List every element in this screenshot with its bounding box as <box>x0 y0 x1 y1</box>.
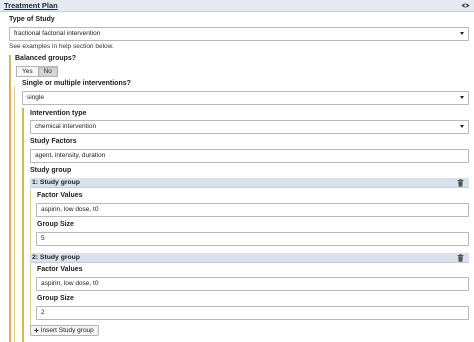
intervention-type-label: Intervention type <box>30 110 87 117</box>
study-group-2-title: 2: Study group <box>32 254 80 261</box>
nest-bar-level3 <box>22 108 24 342</box>
balanced-yes-button[interactable]: Yes <box>16 66 39 77</box>
type-of-study-label: Type of Study <box>9 16 55 23</box>
interventions-label: Single or multiple interventions? <box>22 80 131 87</box>
factor-values-label: Factor Values <box>37 266 83 273</box>
group-size-value: 5 <box>41 235 45 242</box>
type-of-study-select[interactable]: fractional factorial intervention <box>9 27 469 41</box>
section-header[interactable]: Treatment Plan <box>0 0 474 12</box>
trash-icon[interactable] <box>457 179 464 187</box>
insert-study-group-label: Insert Study group <box>40 327 94 334</box>
intervention-type-select[interactable]: chemical intervention <box>30 120 469 134</box>
insert-study-group-button[interactable]: + Insert Study group <box>30 325 99 336</box>
eye-icon[interactable] <box>461 2 470 9</box>
trash-icon[interactable] <box>457 254 464 262</box>
intervention-type-value: chemical intervention <box>35 123 97 130</box>
chevron-down-icon <box>460 96 464 99</box>
group-size-input-1[interactable]: 5 <box>36 232 469 246</box>
study-group-1-header[interactable]: 1: Study group <box>30 178 469 188</box>
plus-icon: + <box>34 325 39 335</box>
balanced-no-button[interactable]: No <box>38 66 58 77</box>
study-factors-input[interactable]: agent, intensity, duration <box>30 149 469 163</box>
chevron-down-icon <box>460 32 464 35</box>
study-factors-label: Study Factors <box>30 138 77 145</box>
type-of-study-value: fractional factorial intervention <box>14 30 101 37</box>
section-title[interactable]: Treatment Plan <box>4 1 58 10</box>
interventions-value: single <box>27 94 44 101</box>
factor-values-input-2[interactable]: aspirin, low dose, t0 <box>36 277 469 291</box>
nest-bar-level1 <box>9 55 11 342</box>
factor-values-input-1[interactable]: aspirin, low dose, t0 <box>36 203 469 217</box>
group-size-label: Group Size <box>37 221 74 228</box>
study-group-1-title: 1: Study group <box>32 179 80 186</box>
group-size-label: Group Size <box>37 295 74 302</box>
interventions-select[interactable]: single <box>22 91 469 105</box>
chevron-down-icon <box>460 125 464 128</box>
type-of-study-help: See examples in help section below. <box>9 43 114 50</box>
group-size-value: 2 <box>41 309 45 316</box>
factor-values-value: aspirin, low dose, t0 <box>41 280 99 287</box>
balanced-groups-toggle[interactable]: Yes No <box>16 66 58 77</box>
group-size-input-2[interactable]: 2 <box>36 306 469 320</box>
study-group-label: Study group <box>30 167 72 174</box>
balanced-groups-label: Balanced groups? <box>15 55 77 62</box>
factor-values-label: Factor Values <box>37 192 83 199</box>
nest-bar-level2 <box>14 86 15 342</box>
factor-values-value: aspirin, low dose, t0 <box>41 206 99 213</box>
study-factors-value: agent, intensity, duration <box>35 152 106 159</box>
study-group-2-header[interactable]: 2: Study group <box>30 253 469 263</box>
